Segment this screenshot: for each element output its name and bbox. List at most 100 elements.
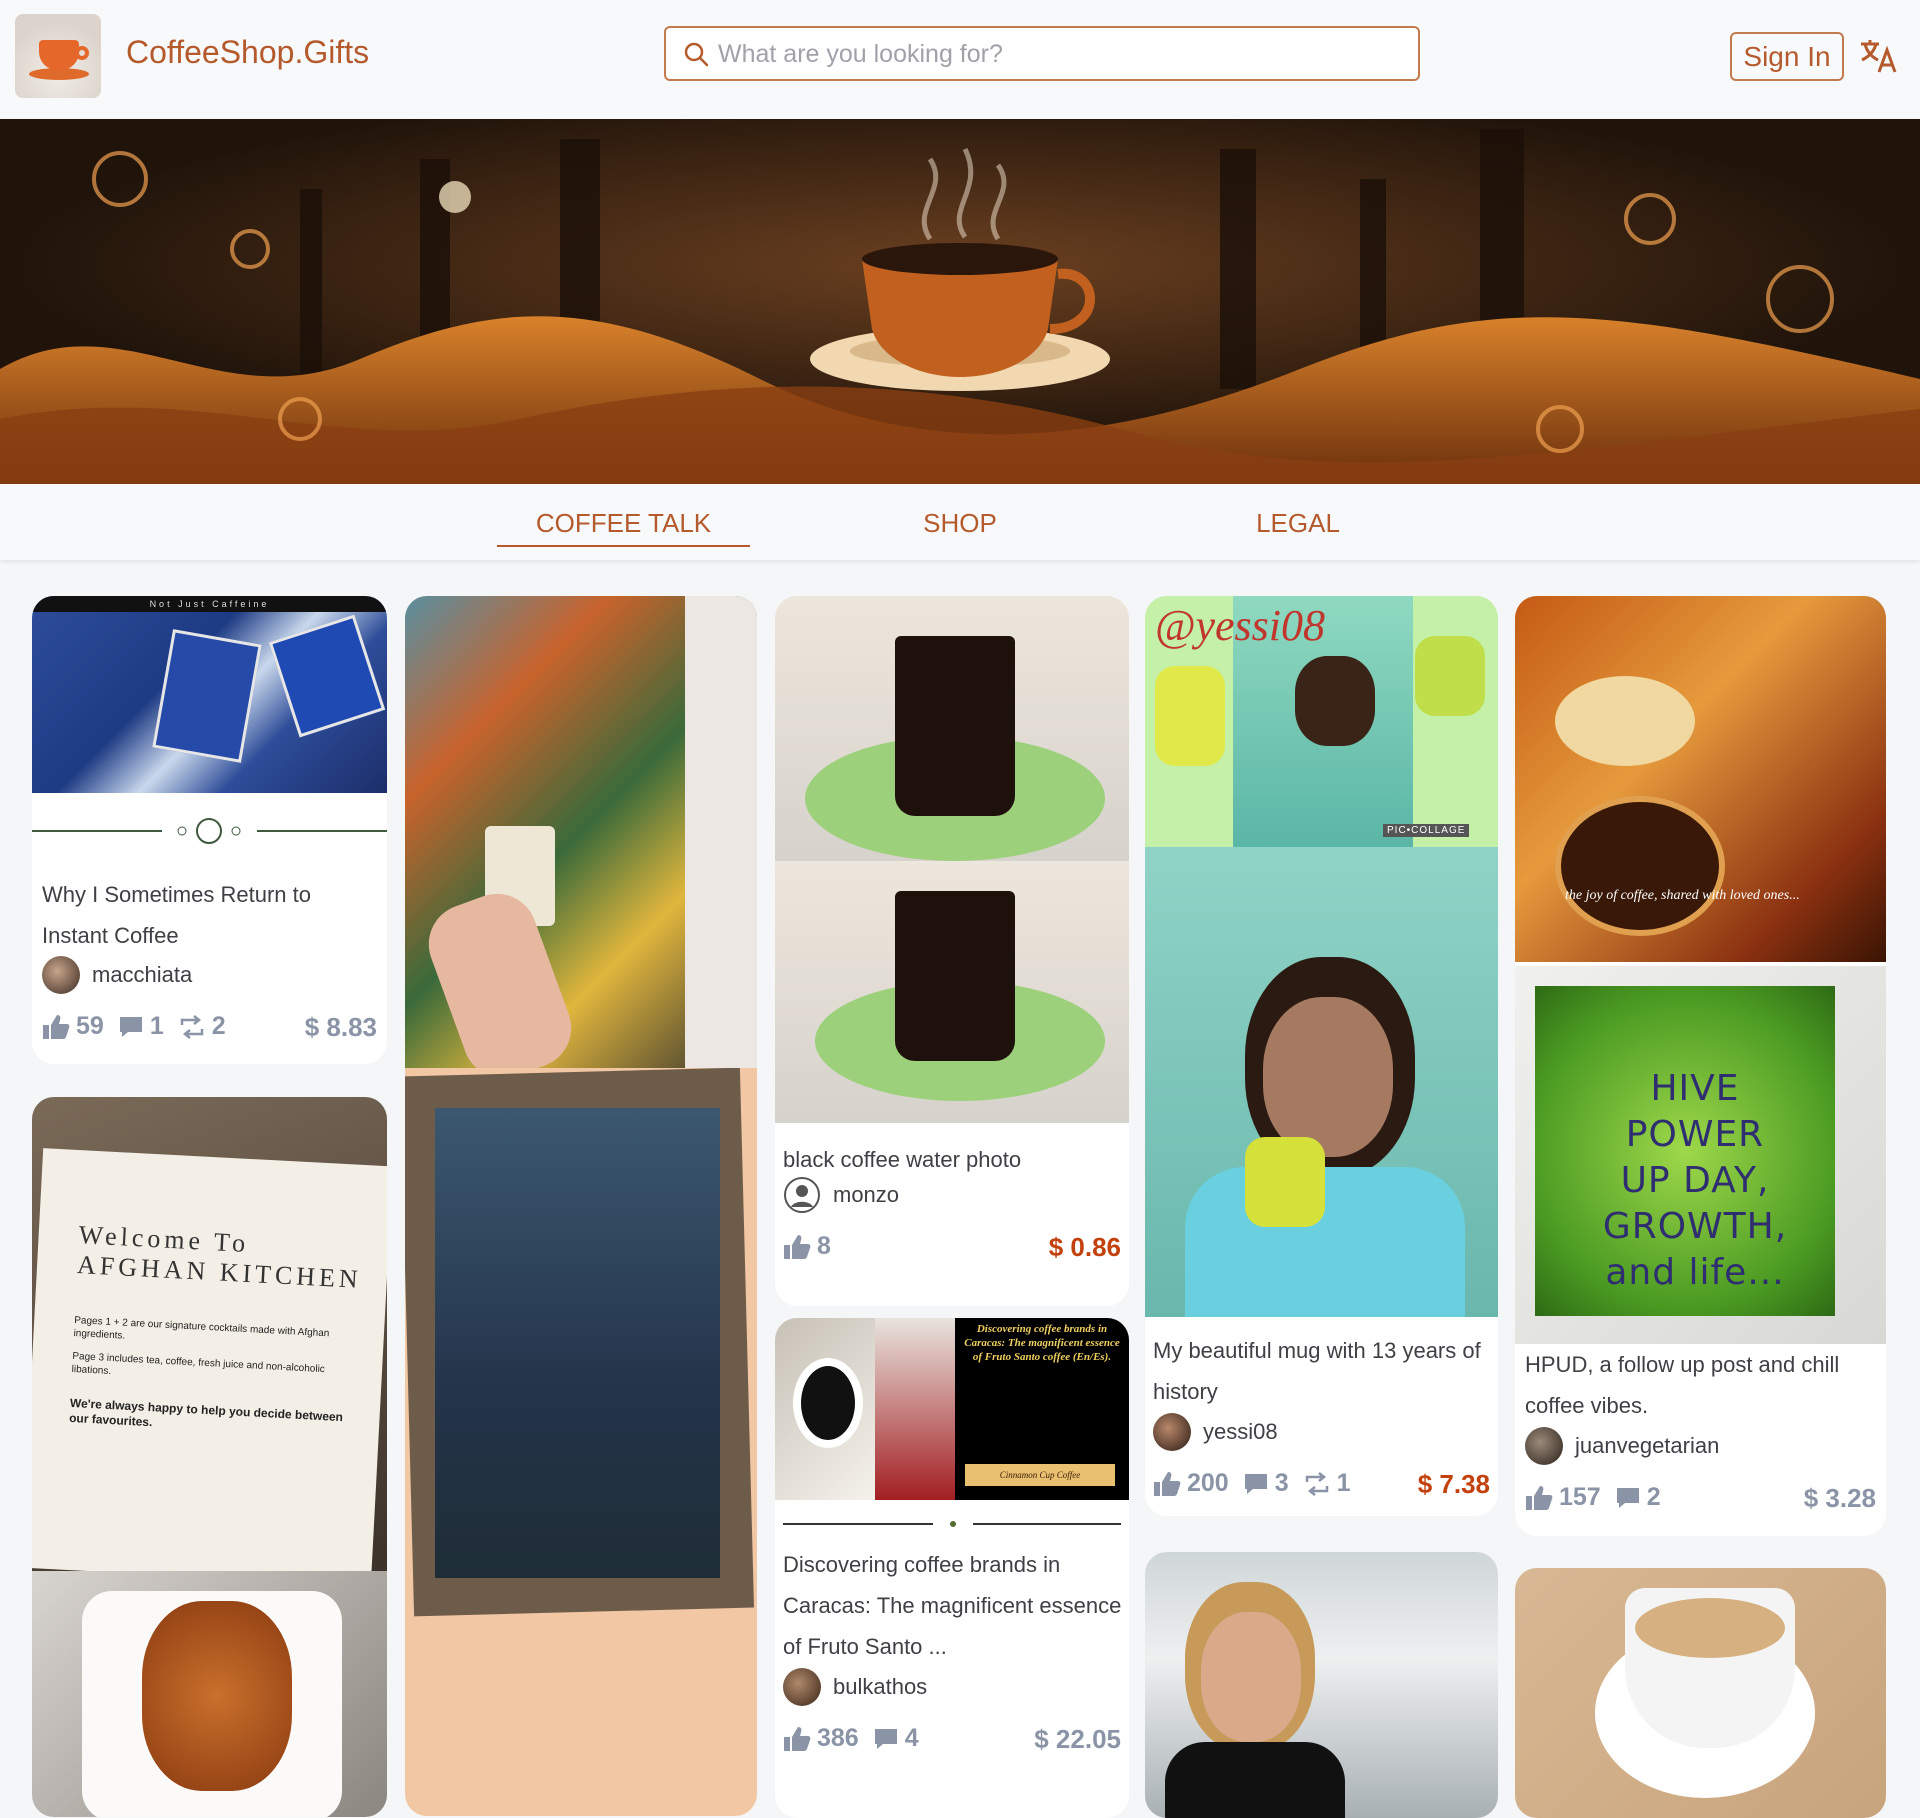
site-header: CoffeeShop.Gifts Sign In: [0, 0, 1920, 119]
post-stats: 8: [783, 1232, 845, 1261]
main-nav: COFFEE TALK SHOP LEGAL: [0, 484, 1920, 560]
post-stats: 200 3 1: [1153, 1469, 1365, 1498]
post-author[interactable]: yessi08: [1153, 1413, 1278, 1451]
post-card[interactable]: [405, 596, 757, 1816]
post-image[interactable]: [405, 1068, 757, 1816]
comments-button[interactable]: 3: [1243, 1469, 1289, 1498]
post-author[interactable]: macchiata: [42, 956, 192, 994]
post-title[interactable]: My beautiful mug with 13 years of histor…: [1153, 1330, 1493, 1412]
post-image[interactable]: [775, 596, 1129, 861]
post-stats: 59 1 2: [42, 1012, 240, 1041]
upvote-button[interactable]: 200: [1153, 1469, 1229, 1498]
avatar[interactable]: [783, 1668, 821, 1706]
post-payout[interactable]: $ 7.38: [1418, 1469, 1490, 1500]
avatar[interactable]: [1153, 1413, 1191, 1451]
photo-label: Not Just Caffeine: [32, 596, 387, 612]
post-payout[interactable]: $ 0.86: [1049, 1232, 1121, 1263]
search-icon: [684, 42, 709, 67]
post-card[interactable]: Discovering coffee brands in Caracas: Th…: [775, 1318, 1129, 1818]
post-image[interactable]: [775, 861, 1129, 1123]
post-image[interactable]: @yessi08 PIC•COLLAGE: [1145, 596, 1498, 847]
tab-coffee-talk[interactable]: COFFEE TALK: [497, 508, 750, 547]
photo-watermark: @yessi08: [1155, 601, 1326, 650]
post-payout[interactable]: $ 22.05: [1034, 1724, 1121, 1755]
post-card[interactable]: [1145, 1552, 1498, 1818]
author-name[interactable]: monzo: [833, 1182, 899, 1208]
menu-line: Page 3 includes tea, coffee, fresh juice…: [71, 1350, 326, 1377]
reblog-icon: [180, 1014, 203, 1039]
post-stats: 386 4: [783, 1724, 933, 1753]
tab-shop[interactable]: SHOP: [880, 508, 1040, 539]
avatar[interactable]: [1525, 1427, 1563, 1465]
reblog-icon: [1305, 1471, 1328, 1496]
post-image[interactable]: Discovering coffee brands in Caracas: Th…: [775, 1318, 1129, 1500]
post-image[interactable]: [1515, 1568, 1886, 1818]
default-avatar-icon[interactable]: [783, 1176, 821, 1214]
upvote-button[interactable]: 8: [783, 1232, 831, 1261]
post-image[interactable]: HIVE POWER UP DAY, GROWTH, and life...: [1515, 966, 1886, 1344]
comments-button[interactable]: 1: [118, 1012, 164, 1041]
translate-icon[interactable]: [1857, 34, 1899, 76]
tab-legal[interactable]: LEGAL: [1218, 508, 1378, 539]
post-payout[interactable]: $ 8.83: [305, 1012, 377, 1043]
post-image[interactable]: Not Just Caffeine: [32, 596, 387, 793]
hero-banner: [0, 119, 1920, 484]
banner-illustration: [0, 119, 1920, 484]
thumbs-up-icon: [784, 1234, 811, 1259]
post-card[interactable]: @yessi08 PIC•COLLAGE My beautiful mug wi…: [1145, 596, 1498, 1516]
post-payout[interactable]: $ 3.28: [1804, 1483, 1876, 1514]
search-input[interactable]: [718, 36, 1398, 72]
brand-name[interactable]: CoffeeShop.Gifts: [126, 34, 369, 71]
author-name[interactable]: yessi08: [1203, 1419, 1278, 1445]
menu-line: We're always happy to help you decide be…: [68, 1395, 344, 1430]
post-author[interactable]: juanvegetarian: [1525, 1427, 1719, 1465]
post-image[interactable]: Welcome To AFGHAN KITCHEN Pages 1 + 2 ar…: [32, 1097, 387, 1571]
search-bar[interactable]: [664, 26, 1420, 81]
upvote-button[interactable]: 386: [783, 1724, 859, 1753]
post-card[interactable]: Not Just Caffeine Why I Sometimes Return…: [32, 596, 387, 1064]
post-card[interactable]: black coffee water photo monzo 8 $ 0.86: [775, 596, 1129, 1306]
author-name[interactable]: bulkathos: [833, 1674, 927, 1700]
post-card[interactable]: Welcome To AFGHAN KITCHEN Pages 1 + 2 ar…: [32, 1097, 387, 1817]
comments-button[interactable]: 2: [1615, 1483, 1661, 1512]
decorative-divider: [783, 1521, 1121, 1527]
post-author[interactable]: monzo: [783, 1176, 899, 1214]
sign-in-button[interactable]: Sign In: [1730, 32, 1844, 81]
upvote-button[interactable]: 59: [42, 1012, 104, 1041]
thumbs-up-icon: [43, 1014, 70, 1039]
post-image[interactable]: [1145, 1552, 1498, 1818]
logo-image[interactable]: [15, 14, 101, 98]
upvote-button[interactable]: 157: [1525, 1483, 1601, 1512]
post-title[interactable]: HPUD, a follow up post and chill coffee …: [1525, 1344, 1865, 1426]
comment-icon: [1244, 1473, 1267, 1494]
post-author[interactable]: bulkathos: [783, 1668, 927, 1706]
post-image[interactable]: [405, 596, 757, 1068]
decorative-divider: [32, 818, 387, 844]
reblog-button[interactable]: 2: [178, 1012, 226, 1041]
thumbs-up-icon: [1154, 1471, 1181, 1496]
post-title[interactable]: Discovering coffee brands in Caracas: Th…: [783, 1544, 1123, 1667]
comment-icon: [119, 1016, 142, 1037]
post-stats: 157 2: [1525, 1483, 1675, 1512]
collage-badge: PIC•COLLAGE: [1383, 824, 1470, 837]
photo-caption: the joy of coffee, shared with loved one…: [1565, 888, 1800, 903]
post-title[interactable]: black coffee water photo: [783, 1139, 1113, 1180]
thumbs-up-icon: [1526, 1485, 1553, 1510]
post-image[interactable]: [1145, 847, 1498, 1317]
menu-heading: Welcome To AFGHAN KITCHEN: [76, 1220, 363, 1294]
photo-label: Cinnamon Cup Coffee: [965, 1464, 1115, 1486]
post-card[interactable]: the joy of coffee, shared with loved one…: [1515, 596, 1886, 1536]
comments-button[interactable]: 4: [873, 1724, 919, 1753]
post-image[interactable]: the joy of coffee, shared with loved one…: [1515, 596, 1886, 962]
reblog-button[interactable]: 1: [1303, 1469, 1351, 1498]
avatar[interactable]: [42, 956, 80, 994]
post-title[interactable]: Why I Sometimes Return to Instant Coffee: [42, 874, 362, 956]
post-card[interactable]: [1515, 1568, 1886, 1818]
comment-icon: [874, 1728, 897, 1749]
author-name[interactable]: juanvegetarian: [1575, 1433, 1719, 1459]
photo-overlay-text: HIVE POWER UP DAY, GROWTH, and life...: [1602, 1068, 1788, 1293]
menu-line: Pages 1 + 2 are our signature cocktails …: [73, 1314, 330, 1342]
post-image[interactable]: [32, 1571, 387, 1817]
author-name[interactable]: macchiata: [92, 962, 192, 988]
thumbs-up-icon: [784, 1726, 811, 1751]
